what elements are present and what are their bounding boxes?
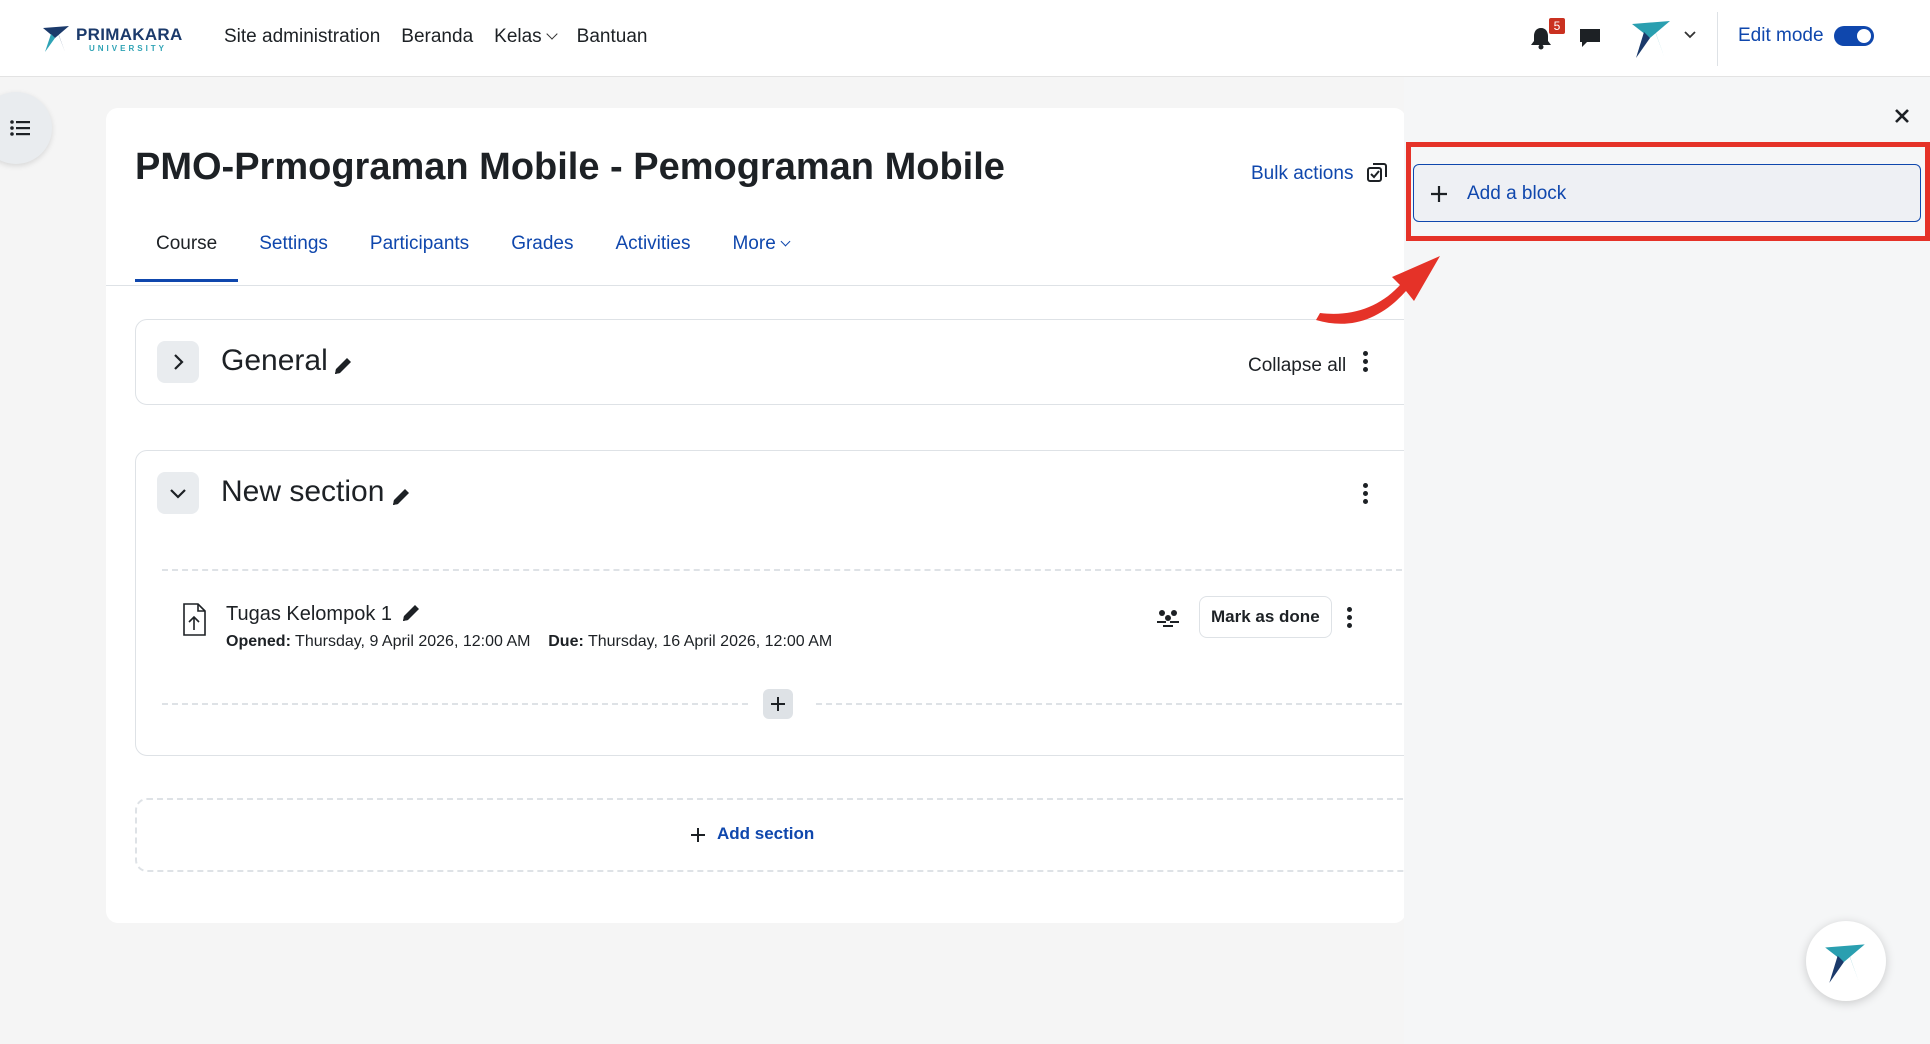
chevron-down-icon (780, 236, 791, 247)
pencil-icon[interactable] (390, 486, 412, 508)
section-title[interactable]: New section (221, 475, 384, 509)
tabs-divider (106, 285, 1406, 286)
assignment-upload-icon (183, 603, 206, 636)
nav-kelas[interactable]: Kelas (494, 26, 558, 48)
navbar-divider (1717, 12, 1718, 66)
add-block-button[interactable]: Add a block (1413, 164, 1921, 222)
page-title: PMO-Prmograman Mobile - Pemograman Mobil… (135, 146, 1005, 188)
activity-name-link[interactable]: Tugas Kelompok 1 (226, 603, 392, 626)
edit-mode-toggle[interactable] (1834, 26, 1874, 46)
block-drawer: Add a block (1404, 77, 1930, 1044)
section-general: General Collapse all (135, 319, 1435, 405)
top-navbar: PRIMAKARA UNIVERSITY Site administration… (0, 0, 1930, 77)
bulk-actions-link[interactable]: Bulk actions (1251, 163, 1353, 185)
collapse-all-link[interactable]: Collapse all (1248, 355, 1346, 377)
primakara-logo[interactable]: PRIMAKARA UNIVERSITY (39, 20, 182, 56)
activity-actions-menu[interactable] (1347, 607, 1353, 629)
plus-icon (1431, 186, 1447, 202)
tab-more-label: More (732, 233, 776, 254)
plus-icon (771, 697, 785, 711)
chevron-down-icon (546, 28, 558, 40)
user-avatar[interactable] (1628, 14, 1676, 60)
add-activity-button[interactable] (763, 689, 793, 719)
annotation-arrow-icon (1316, 256, 1440, 324)
opened-date: Thursday, 9 April 2026, 12:00 AM (295, 633, 531, 650)
add-section-label: Add section (717, 824, 815, 843)
course-tabs: Course Settings Participants Grades Acti… (135, 232, 810, 282)
edit-mode-label: Edit mode (1738, 25, 1824, 46)
primakara-logo-icon (1825, 944, 1865, 983)
section-actions-menu[interactable] (1363, 483, 1369, 505)
activity-divider (162, 703, 748, 705)
chevron-down-icon (170, 489, 186, 499)
course-content-card: PMO-Prmograman Mobile - Pemograman Mobil… (106, 108, 1435, 923)
section-title[interactable]: General (221, 344, 328, 378)
section-new-section: New section Tugas Kelompok 1 Opened: Thu… (135, 450, 1435, 756)
nav-bantuan[interactable]: Bantuan (577, 26, 648, 48)
notification-badge: 5 (1549, 18, 1565, 34)
brand-subtitle: UNIVERSITY (89, 44, 168, 53)
chevron-right-icon (174, 354, 184, 370)
tab-grades[interactable]: Grades (490, 232, 594, 282)
list-icon (10, 120, 30, 136)
tab-course[interactable]: Course (135, 232, 239, 282)
tab-participants[interactable]: Participants (349, 232, 490, 282)
nav-kelas-label: Kelas (494, 26, 542, 47)
tab-more[interactable]: More (711, 232, 809, 282)
logo-star-icon (43, 26, 69, 52)
due-label: Due: (548, 633, 584, 650)
section-actions-menu[interactable] (1363, 351, 1369, 373)
add-block-label: Add a block (1467, 183, 1567, 204)
nav-beranda[interactable]: Beranda (401, 26, 473, 48)
primary-nav: Site administration Beranda Kelas Bantua… (224, 26, 647, 48)
nav-site-administration[interactable]: Site administration (224, 26, 380, 48)
expand-section-button[interactable] (157, 341, 199, 383)
chat-icon[interactable] (1578, 26, 1602, 50)
mark-as-done-button[interactable]: Mark as done (1199, 596, 1332, 638)
chevron-down-icon[interactable] (1684, 30, 1696, 40)
bulk-edit-icon[interactable] (1366, 162, 1388, 184)
due-date: Thursday, 16 April 2026, 12:00 AM (587, 633, 833, 650)
activity-divider (816, 703, 1402, 705)
course-index-toggle[interactable] (0, 92, 52, 164)
pencil-icon[interactable] (400, 602, 422, 624)
tab-activities[interactable]: Activities (595, 232, 712, 282)
group-mode-icon[interactable] (1156, 608, 1180, 628)
opened-label: Opened: (226, 633, 291, 650)
activity-dates: Opened: Thursday, 9 April 2026, 12:00 AM… (226, 633, 832, 651)
add-section-button[interactable]: Add section (135, 798, 1435, 872)
assistant-fab[interactable] (1806, 921, 1886, 1001)
close-icon[interactable] (1893, 107, 1911, 125)
activity-divider (162, 569, 1402, 571)
plus-icon (691, 828, 705, 842)
brand-name: PRIMAKARA (76, 25, 183, 44)
toggle-knob (1857, 29, 1871, 43)
collapse-section-button[interactable] (157, 472, 199, 514)
tab-settings[interactable]: Settings (238, 232, 349, 282)
pencil-icon[interactable] (332, 355, 354, 377)
